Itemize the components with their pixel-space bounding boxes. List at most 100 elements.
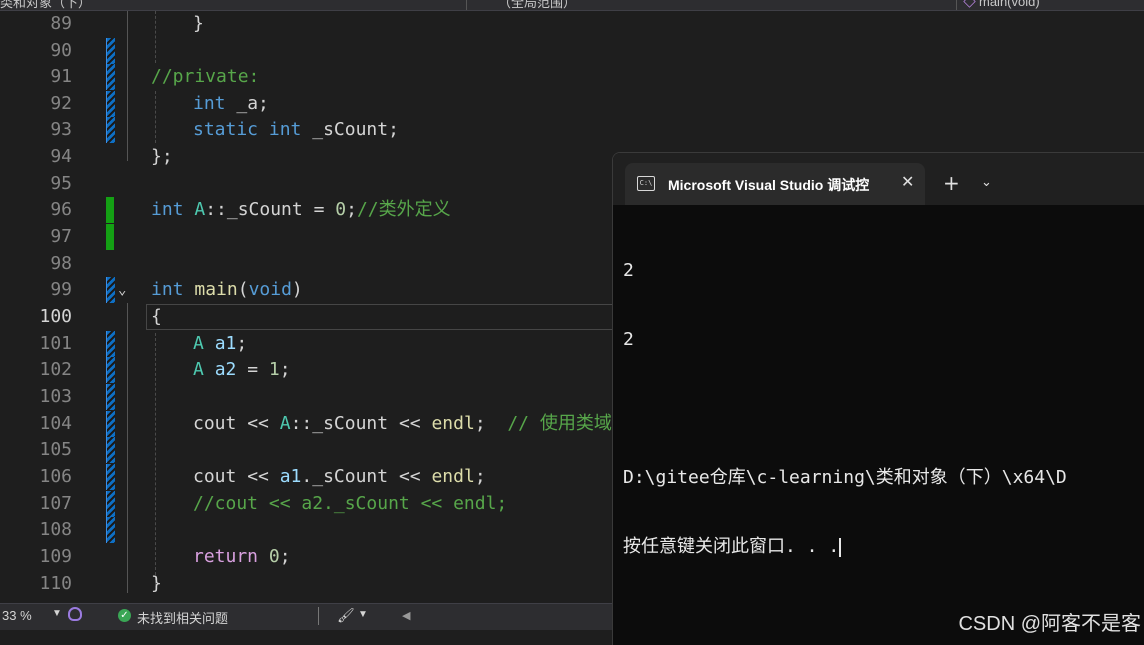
type-name: A (193, 359, 204, 380)
change-marker-saved (106, 411, 115, 437)
terminal-icon: C:\ (637, 176, 655, 191)
code-comment: //cout << a2._sCount << endl; (193, 493, 508, 514)
code-line: 96 int A::_sCount = 0;//类外定义 (0, 197, 612, 223)
code-line: 110 } (0, 571, 612, 597)
scroll-left-icon[interactable]: ◀ (402, 609, 410, 622)
code-line: 92 int _a; (0, 91, 612, 117)
code-text: cout (193, 413, 237, 434)
code-text: A a2 = 1; (193, 357, 291, 383)
code-text: }; (151, 146, 173, 167)
member-combo-label: main(void) (979, 0, 1040, 9)
keyword: int (193, 93, 226, 114)
issues-status[interactable]: 未找到相关问题 (137, 608, 228, 627)
change-marker-saved (106, 91, 115, 117)
number-literal: 1 (268, 359, 280, 380)
code-line: 91 //private: (0, 64, 612, 90)
code-line: 102 A a2 = 1; (0, 357, 612, 383)
code-text: ; (279, 359, 291, 380)
code-text: ; (474, 466, 486, 487)
code-text: << (388, 413, 432, 434)
function-name: main (194, 279, 238, 300)
change-marker-unsaved (106, 197, 114, 223)
line-number: 92 (50, 93, 72, 114)
output-line: D:\gitee仓库\c-learning\类和对象（下）\x64\D (623, 467, 1067, 488)
keyword: static (193, 119, 259, 140)
scope-combo[interactable]: （全局范围） (498, 0, 577, 10)
scope-combo-label: （全局范围） (498, 0, 577, 10)
terminal-tab-title: Microsoft Visual Studio 调试控 (668, 177, 870, 193)
line-number: 108 (39, 519, 72, 540)
chevron-down-icon[interactable]: ⌄ (981, 175, 992, 190)
line-number: 91 (50, 66, 72, 87)
code-text: } (151, 573, 162, 594)
code-text: cout << A::_sCount << endl; // 使用类域 (193, 411, 612, 437)
code-editor[interactable]: 89 } 90 91 //private: 92 int _a; 93 stat… (0, 11, 612, 603)
terminal-output[interactable]: 2 2 D:\gitee仓库\c-learning\类和对象（下）\x64\D … (623, 213, 1143, 604)
ghost-icon[interactable] (68, 607, 82, 621)
check-circle-icon: ✓ (118, 609, 131, 622)
close-icon[interactable]: ✕ (901, 172, 914, 191)
code-text: int main(void) (151, 277, 303, 303)
brush-icon[interactable]: 🖌 (337, 607, 355, 624)
class-combo-label: 类和对象（下） (0, 0, 92, 10)
line-number: 105 (39, 439, 72, 460)
keyword: int (268, 119, 302, 140)
code-text: ; (279, 546, 291, 567)
nav-divider (956, 0, 957, 10)
method-icon (963, 0, 976, 8)
zoom-level[interactable]: 33 % (2, 608, 32, 623)
code-line: 107 //cout << a2._sCount << endl; (0, 491, 612, 517)
change-marker-saved (106, 517, 115, 543)
status-divider (318, 607, 319, 625)
line-number: 101 (39, 333, 72, 354)
output-line: 2 (623, 260, 634, 281)
function-name: endl (431, 413, 475, 434)
line-number: 99 (50, 279, 72, 300)
change-marker-saved (106, 357, 115, 383)
code-text: << (388, 466, 432, 487)
code-text: << (236, 466, 280, 487)
class-combo[interactable]: 类和对象（下） (0, 0, 92, 10)
line-number: 104 (39, 413, 72, 434)
debug-console-window[interactable]: C:\ Microsoft Visual Studio 调试控 ✕ + ⌄ 2 … (612, 152, 1144, 645)
text-cursor (839, 537, 842, 557)
keyword: return (193, 546, 259, 567)
change-marker-saved (106, 464, 115, 490)
code-comment: //类外定义 (356, 199, 451, 220)
line-number: 97 (50, 226, 72, 247)
chevron-down-icon[interactable]: ▼ (52, 608, 62, 619)
code-text: _sCount; (301, 119, 399, 140)
change-marker-saved (106, 277, 115, 303)
type-name: A (194, 199, 206, 220)
chevron-down-icon[interactable]: ⌄ (118, 277, 126, 303)
code-text: ::_sCount (290, 413, 389, 434)
line-number: 93 (50, 119, 72, 140)
line-number: 109 (39, 546, 72, 567)
code-text: static int _sCount; (193, 117, 399, 143)
code-text: ; (346, 199, 357, 220)
variable: a1 (214, 333, 237, 354)
keyword: void (248, 279, 292, 300)
change-marker-saved (106, 117, 115, 143)
editor-status-bar: 33 % ▼ ✓ 未找到相关问题 🖌 ▼ ◀ (0, 603, 612, 630)
change-marker-saved (106, 384, 115, 410)
code-text: int A::_sCount = 0;//类外定义 (151, 197, 451, 223)
code-text: << (236, 413, 280, 434)
code-line: 103 (0, 384, 612, 410)
watermark: CSDN @阿客不是客 (958, 613, 1141, 635)
code-line: 104 cout << A::_sCount << endl; // 使用类域 (0, 411, 612, 437)
change-marker-saved (106, 64, 115, 90)
code-comment: // 使用类域 (507, 413, 612, 434)
plus-icon[interactable]: + (943, 171, 960, 195)
code-text: _a; (225, 93, 269, 114)
output-line: 按任意键关闭此窗口. . . (623, 536, 840, 557)
code-comment: //private: (151, 66, 260, 87)
chevron-down-icon[interactable]: ▼ (358, 609, 368, 620)
line-number: 102 (39, 359, 72, 380)
code-text: ) (291, 279, 303, 300)
code-line: 90 (0, 38, 612, 64)
member-combo[interactable]: main(void) (963, 0, 1040, 9)
terminal-tab[interactable]: C:\ Microsoft Visual Studio 调试控 ✕ (625, 163, 925, 205)
code-text: return 0; (193, 544, 291, 570)
